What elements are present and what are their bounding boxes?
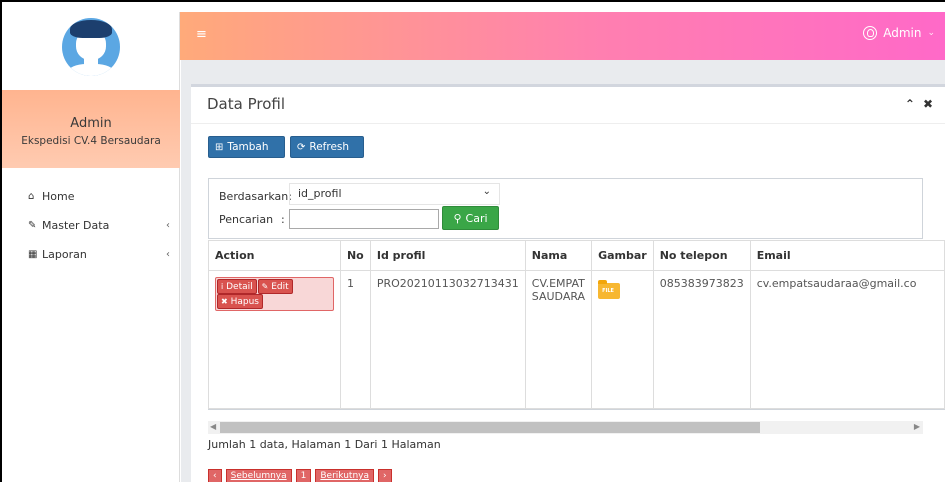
pager-prev[interactable]: Sebelumnya	[225, 469, 292, 482]
column-header[interactable]: Nama	[524, 240, 593, 271]
edit-label: Edit	[271, 282, 289, 292]
filter-by-select[interactable]: id_profil ⌄	[289, 183, 500, 205]
scrollbar-thumb[interactable]	[220, 422, 760, 433]
chevron-left-icon: ‹	[166, 220, 170, 231]
row-actions: i Detail ✎ Edit✖ Hapus	[215, 277, 334, 311]
sidebar-admin-subtitle: Ekspedisi CV.4 Bersaudara	[21, 135, 161, 147]
user-circle-icon	[863, 26, 878, 40]
column-header[interactable]: Gambar	[591, 240, 654, 271]
column-header[interactable]: Id profil	[369, 240, 526, 271]
scroll-left-icon[interactable]: ◀	[210, 422, 216, 431]
cell-id-profil: PRO20210113032713431	[369, 270, 526, 409]
filter-box: Berdasarkan: id_profil ⌄ Pencarian : ⚲ C…	[208, 178, 923, 239]
chevron-down-icon: ⌄	[482, 186, 491, 197]
delete-label: Hapus	[230, 297, 259, 307]
cell-no-telepon: 085383973823	[652, 270, 751, 409]
table-header-row: Action No Id profil Nama Gambar No telep…	[208, 240, 945, 271]
sidebar-item-label: Laporan	[42, 248, 87, 261]
search-input[interactable]	[289, 209, 439, 229]
column-header[interactable]: No	[339, 240, 371, 271]
data-table: Action No Id profil Nama Gambar No telep…	[208, 240, 945, 409]
sidebar-item-laporan[interactable]: ▦ Laporan ‹	[2, 240, 180, 269]
search-icon: ⚲	[453, 211, 462, 225]
top-header: ≡ Admin ⌄	[180, 12, 945, 60]
sidebar-admin-name: Admin	[70, 116, 112, 131]
sidebar-item-home[interactable]: ⌂ Home	[2, 182, 180, 211]
data-panel: Data Profil ⌃ ✖ ⊞ Tambah ⟳ Refresh Berda…	[191, 84, 945, 482]
sidebar-item-master-data[interactable]: ✎ Master Data ‹	[2, 211, 180, 240]
delete-button[interactable]: ✖ Hapus	[217, 294, 263, 309]
pager-page-1[interactable]: 1	[295, 469, 312, 482]
sidebar: Admin Ekspedisi CV.4 Bersaudara ⌂ Home ✎…	[2, 12, 180, 482]
avatar[interactable]	[62, 18, 120, 76]
refresh-icon: ⟳	[297, 141, 306, 153]
refresh-button[interactable]: ⟳ Refresh	[290, 136, 364, 158]
column-header[interactable]: Email	[749, 240, 945, 271]
sidebar-item-label: Home	[42, 190, 75, 203]
hamburger-icon[interactable]: ≡	[196, 27, 207, 42]
filter-by-label: Berdasarkan:	[219, 190, 292, 203]
edit-icon: ✎	[261, 282, 269, 291]
edit-icon: ✎	[28, 220, 37, 231]
scroll-right-icon[interactable]: ▶	[914, 422, 920, 431]
column-header[interactable]: No telepon	[652, 240, 751, 271]
plus-icon: ⊞	[215, 141, 224, 153]
add-button-label: Tambah	[227, 141, 269, 153]
chevron-left-icon: ‹	[166, 249, 170, 260]
filter-by-value: id_profil	[298, 187, 342, 200]
cell-email: cv.empatsaudaraa@gmail.co	[749, 270, 945, 409]
cell-nama: CV.EMPAT SAUDARA	[524, 270, 593, 409]
table-row: i Detail ✎ Edit✖ Hapus 1 PRO2021011303271…	[208, 270, 945, 409]
pagination: ‹ Sebelumnya 1 Berikutnya ›	[208, 469, 392, 482]
page-info: Jumlah 1 data, Halaman 1 Dari 1 Halaman	[208, 438, 441, 451]
search-colon: :	[281, 213, 285, 226]
action-cell: i Detail ✎ Edit✖ Hapus	[208, 270, 341, 409]
edit-button[interactable]: ✎ Edit	[257, 279, 293, 294]
add-button[interactable]: ⊞ Tambah	[208, 136, 285, 158]
search-button[interactable]: ⚲ Cari	[442, 206, 499, 230]
panel-divider	[191, 123, 945, 124]
close-icon: ✖	[221, 297, 228, 306]
home-icon: ⌂	[28, 191, 35, 202]
refresh-button-label: Refresh	[309, 141, 350, 153]
user-menu[interactable]: Admin ⌄	[863, 26, 935, 40]
folder-label: FILE	[602, 288, 614, 294]
main-content: Data Profil ⌃ ✖ ⊞ Tambah ⟳ Refresh Berda…	[181, 60, 945, 482]
pager-last[interactable]: ›	[378, 469, 392, 482]
sidebar-menu: ⌂ Home ✎ Master Data ‹ ▦ Laporan ‹	[2, 182, 180, 269]
sidebar-item-label: Master Data	[42, 219, 110, 232]
chevron-down-icon: ⌄	[927, 28, 935, 38]
cell-gambar: FILE	[591, 270, 654, 409]
user-name: Admin	[883, 26, 922, 40]
data-table-wrapper: Action No Id profil Nama Gambar No telep…	[208, 240, 945, 410]
info-icon: i	[221, 282, 224, 291]
detail-label: Detail	[226, 282, 253, 292]
panel-title: Data Profil	[207, 95, 285, 113]
horizontal-scrollbar[interactable]: ◀ ▶	[208, 421, 923, 434]
panel-tools: ⌃ ✖	[905, 97, 933, 111]
chevron-up-icon[interactable]: ⌃	[905, 97, 915, 111]
pager-next[interactable]: Berikutnya	[315, 469, 375, 482]
column-header[interactable]: Action	[208, 240, 341, 271]
close-icon[interactable]: ✖	[923, 97, 933, 111]
search-label: Pencarian	[219, 213, 274, 226]
detail-button[interactable]: i Detail	[217, 279, 257, 294]
cell-no: 1	[339, 270, 371, 409]
calendar-icon: ▦	[28, 249, 38, 260]
search-button-label: Cari	[465, 211, 488, 225]
folder-icon[interactable]: FILE	[598, 280, 621, 299]
pager-first[interactable]: ‹	[208, 469, 222, 482]
